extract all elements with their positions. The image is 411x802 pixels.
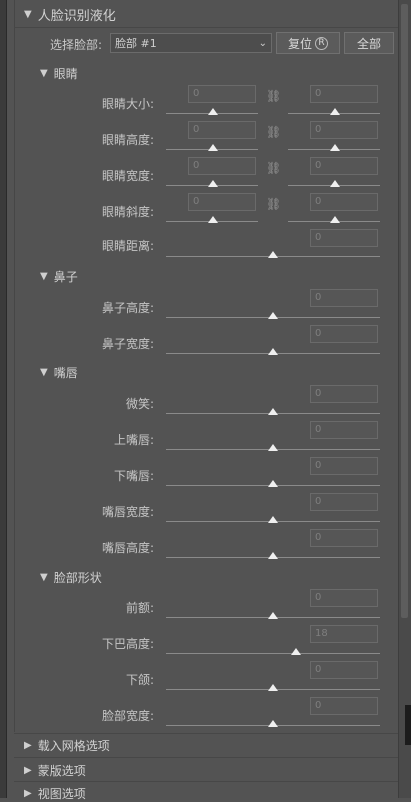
mouth-param-label: 微笑: xyxy=(125,397,154,411)
mouth-value-field[interactable]: 0 xyxy=(310,421,378,439)
mouth-slider-thumb[interactable] xyxy=(268,408,278,415)
eye-right-slider-thumb[interactable] xyxy=(330,144,340,151)
group-title: 鼻子 xyxy=(53,270,78,284)
nose-value-field[interactable]: 0 xyxy=(310,289,378,307)
group-title: 嘴唇 xyxy=(53,366,78,380)
face-shape-value-field[interactable]: 18 xyxy=(310,625,378,643)
eye-left-field[interactable]: 0 xyxy=(188,85,256,103)
triangle-down-icon: ▼ xyxy=(24,9,32,20)
group-title: 眼睛 xyxy=(53,67,78,81)
triangle-down-icon: ▼ xyxy=(40,271,48,282)
eye-left-slider-thumb[interactable] xyxy=(208,144,218,151)
eye-right-slider-thumb[interactable] xyxy=(330,108,340,115)
select-face-value: 脸部 #1 xyxy=(115,37,157,50)
eye-right-field[interactable]: 0 xyxy=(310,193,378,211)
chain-link-icon[interactable]: ⛓ xyxy=(266,125,281,139)
face-shape-param-label: 脸部宽度: xyxy=(101,709,154,723)
face-shape-slider-track[interactable] xyxy=(166,653,380,654)
section-face-aware-liquify[interactable]: ▼ 人脸识别液化 xyxy=(24,5,116,24)
group-title: 脸部形状 xyxy=(53,571,102,585)
nose-value-field[interactable]: 0 xyxy=(310,325,378,343)
face-shape-slider-thumb[interactable] xyxy=(268,612,278,619)
eye-right-field[interactable]: 0 xyxy=(310,85,378,103)
panel-frame-divider xyxy=(6,0,7,798)
eye-left-slider-thumb[interactable] xyxy=(208,216,218,223)
mouth-slider-thumb[interactable] xyxy=(268,552,278,559)
eye-left-field[interactable]: 0 xyxy=(188,121,256,139)
triangle-down-icon: ▼ xyxy=(40,367,48,378)
section-title: 视图选项 xyxy=(37,787,86,801)
chain-link-icon[interactable]: ⛓ xyxy=(266,161,281,175)
divider xyxy=(14,733,398,734)
face-shape-slider-thumb[interactable] xyxy=(291,648,301,655)
eye-distance-slider-thumb[interactable] xyxy=(268,251,278,258)
face-shape-param-label: 下巴高度: xyxy=(101,637,154,651)
group-eyes-header[interactable]: ▼ 眼睛 xyxy=(40,65,78,82)
triangle-down-icon: ▼ xyxy=(40,68,48,79)
eye-right-field[interactable]: 0 xyxy=(310,121,378,139)
reset-button[interactable]: 复位 R xyxy=(276,32,340,54)
eye-left-slider-thumb[interactable] xyxy=(208,108,218,115)
mouth-param-label: 上嘴唇: xyxy=(113,433,154,447)
mouth-slider-thumb[interactable] xyxy=(268,480,278,487)
mouth-value-field[interactable]: 0 xyxy=(310,529,378,547)
face-shape-param-label: 前额: xyxy=(125,601,154,615)
select-face-dropdown[interactable]: 脸部 #1 ⌄ xyxy=(110,33,272,53)
eye-distance-label: 眼睛距离: xyxy=(101,239,154,253)
nose-slider-thumb[interactable] xyxy=(268,348,278,355)
scrollbar-thumb[interactable] xyxy=(401,4,408,618)
face-shape-slider-thumb[interactable] xyxy=(268,720,278,727)
chevron-down-icon: ⌄ xyxy=(258,37,267,49)
eye-distance-field[interactable]: 0 xyxy=(310,229,378,247)
mouth-slider-thumb[interactable] xyxy=(268,516,278,523)
triangle-right-icon: ▶ xyxy=(24,788,32,799)
mouth-param-label: 下嘴唇: xyxy=(113,469,154,483)
face-shape-param-label: 下颌: xyxy=(125,673,154,687)
face-shape-value-field[interactable]: 0 xyxy=(310,661,378,679)
group-mouth-header[interactable]: ▼ 嘴唇 xyxy=(40,364,78,381)
mouth-value-field[interactable]: 0 xyxy=(310,385,378,403)
triangle-down-icon: ▼ xyxy=(40,572,48,583)
chain-link-icon[interactable]: ⛓ xyxy=(266,197,281,211)
eye-right-slider-thumb[interactable] xyxy=(330,216,340,223)
divider xyxy=(14,781,398,782)
eye-left-field[interactable]: 0 xyxy=(188,193,256,211)
nose-param-label: 鼻子宽度: xyxy=(101,337,154,351)
section-mask-options[interactable]: ▶ 蒙版选项 xyxy=(24,762,86,779)
triangle-right-icon: ▶ xyxy=(24,740,32,751)
section-title: 人脸识别液化 xyxy=(37,9,116,24)
section-title: 载入网格选项 xyxy=(37,739,110,753)
eye-param-label: 眼睛大小: xyxy=(101,97,154,111)
group-face-shape-header[interactable]: ▼ 脸部形状 xyxy=(40,569,102,586)
mouth-value-field[interactable]: 0 xyxy=(310,457,378,475)
eye-right-slider-thumb[interactable] xyxy=(330,180,340,187)
chain-link-icon[interactable]: ⛓ xyxy=(266,89,281,103)
divider xyxy=(14,757,398,758)
nose-param-label: 鼻子高度: xyxy=(101,301,154,315)
mouth-param-label: 嘴唇宽度: xyxy=(101,505,154,519)
eye-param-label: 眼睛宽度: xyxy=(101,169,154,183)
edge-tab xyxy=(405,705,411,745)
eye-left-field[interactable]: 0 xyxy=(188,157,256,175)
eye-left-slider-thumb[interactable] xyxy=(208,180,218,187)
mouth-slider-thumb[interactable] xyxy=(268,444,278,451)
eye-right-field[interactable]: 0 xyxy=(310,157,378,175)
group-nose-header[interactable]: ▼ 鼻子 xyxy=(40,268,78,285)
section-title: 蒙版选项 xyxy=(37,764,86,778)
select-face-label: 选择脸部: xyxy=(50,38,103,52)
all-button[interactable]: 全部 xyxy=(344,32,394,54)
mouth-value-field[interactable]: 0 xyxy=(310,493,378,511)
face-shape-value-field[interactable]: 0 xyxy=(310,697,378,715)
reset-shortcut-badge: R xyxy=(315,36,328,50)
nose-slider-thumb[interactable] xyxy=(268,312,278,319)
triangle-right-icon: ▶ xyxy=(24,765,32,776)
mouth-param-label: 嘴唇高度: xyxy=(101,541,154,555)
divider xyxy=(14,27,398,28)
eye-param-label: 眼睛斜度: xyxy=(101,205,154,219)
section-view-options[interactable]: ▶ 视图选项 xyxy=(24,785,86,802)
section-mesh-options[interactable]: ▶ 载入网格选项 xyxy=(24,737,110,754)
eye-param-label: 眼睛高度: xyxy=(101,133,154,147)
face-shape-value-field[interactable]: 0 xyxy=(310,589,378,607)
face-shape-slider-thumb[interactable] xyxy=(268,684,278,691)
